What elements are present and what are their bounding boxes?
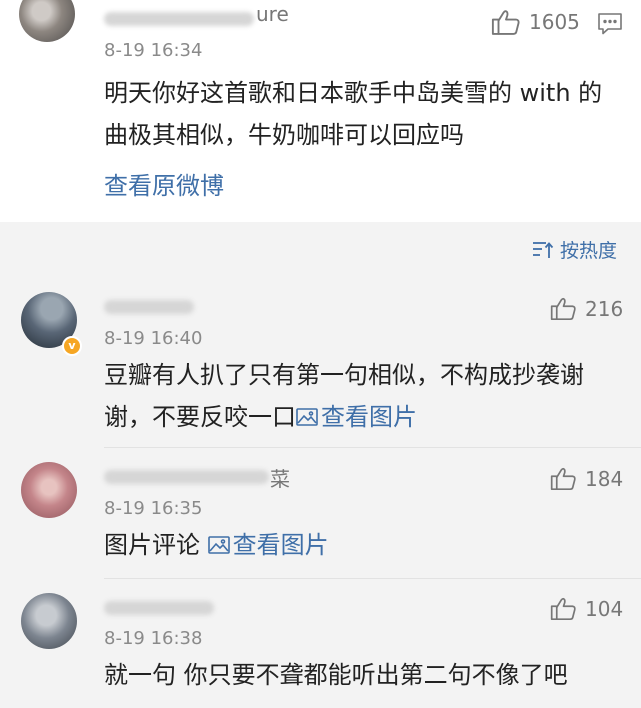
view-image-label: 查看图片 [321, 403, 417, 431]
divider [104, 578, 641, 579]
username-redacted[interactable] [104, 601, 214, 615]
comment-time: 8-19 16:40 [104, 328, 203, 349]
like-button[interactable]: 1605 [491, 8, 580, 36]
avatar[interactable] [21, 593, 77, 649]
comment-body: 图片评论 [104, 531, 200, 559]
comment-text: 就一句 你只要不聋都能听出第二句不像了吧 [104, 661, 568, 689]
image-icon [296, 408, 318, 426]
sort-button[interactable]: 按热度 [532, 236, 617, 263]
like-count: 1605 [529, 10, 580, 34]
comment-time: 8-19 16:38 [104, 628, 203, 649]
comment-time: 8-19 16:34 [104, 40, 203, 61]
comment-time: 8-19 16:35 [104, 498, 203, 519]
sort-icon [533, 241, 554, 258]
username-redacted[interactable] [104, 470, 269, 484]
avatar[interactable] [21, 462, 77, 518]
like-button[interactable]: 216 [550, 296, 623, 321]
thumbs-up-icon [550, 467, 576, 491]
like-count: 216 [585, 296, 624, 321]
divider [104, 447, 641, 448]
username-redacted[interactable] [104, 300, 194, 314]
image-icon [207, 536, 230, 554]
username-tail[interactable]: ure [256, 2, 289, 26]
like-button[interactable]: 104 [550, 596, 623, 621]
like-button[interactable]: 184 [550, 466, 623, 491]
username-redacted[interactable] [104, 12, 254, 26]
view-original-link[interactable]: 查看原微博 [104, 165, 619, 207]
replies-area [0, 222, 641, 708]
sort-label: 按热度 [560, 240, 618, 262]
view-image-link[interactable]: 查看图片 [296, 403, 417, 431]
view-image-link[interactable]: 查看图片 [207, 531, 329, 559]
like-count: 184 [585, 466, 624, 491]
view-image-label: 查看图片 [232, 531, 329, 559]
verified-badge: v [62, 336, 82, 356]
username-tail[interactable]: 菜 [270, 463, 290, 492]
comment-text: 图片评论 查看图片 [104, 524, 619, 566]
thumbs-up-icon [491, 10, 520, 35]
comment-text: 明天你好这首歌和日本歌手中岛美雪的 with 的曲极其相似，牛奶咖啡可以回应吗 [104, 79, 603, 149]
message-icon[interactable] [597, 12, 623, 36]
thumbs-up-icon [550, 297, 576, 321]
comment-text: 豆瓣有人扒了只有第一句相似，不构成抄袭谢谢，不要反咬一口 查看图片 [104, 354, 619, 438]
thumbs-up-icon [550, 597, 576, 621]
like-count: 104 [585, 596, 624, 621]
